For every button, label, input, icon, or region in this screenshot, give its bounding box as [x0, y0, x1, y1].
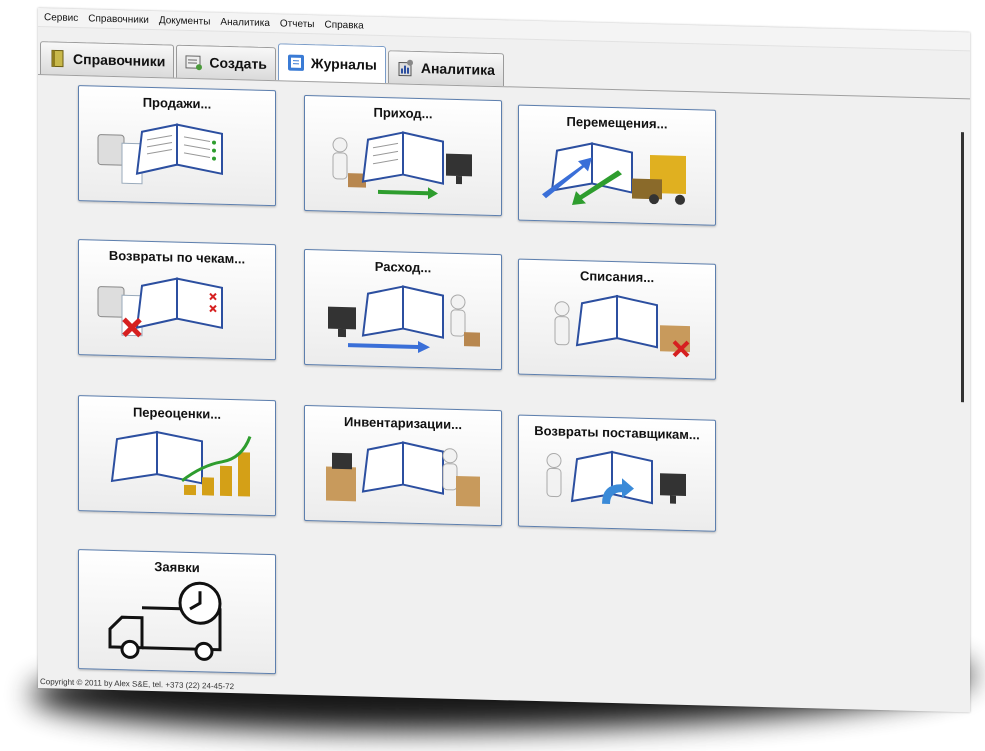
expense-book-icon — [328, 285, 480, 353]
check-return-book-icon — [97, 277, 223, 338]
tab-analytics[interactable]: Аналитика — [387, 50, 504, 87]
journal-card-transfers[interactable]: Перемещения... — [518, 104, 716, 226]
writeoff-book-icon — [554, 294, 690, 358]
book-icon — [49, 48, 67, 68]
journal-card-expense[interactable]: Расход... — [304, 248, 502, 371]
menu-help[interactable]: Справка — [324, 19, 363, 31]
income-book-icon — [332, 131, 472, 200]
tab-create[interactable]: Создать — [176, 44, 276, 81]
card-title: Перемещения... — [566, 113, 668, 132]
card-title: Инвентаризации... — [344, 414, 462, 433]
app-window: Сервис Справочники Документы Аналитика О… — [38, 8, 970, 713]
menu-references[interactable]: Справочники — [88, 13, 149, 26]
card-title: Переоценки... — [132, 404, 222, 422]
delivery-truck-clock-icon — [108, 581, 222, 661]
tab-references[interactable]: Справочники — [40, 41, 175, 78]
journal-card-supplier-returns[interactable]: Возвраты поставщикам... — [518, 414, 716, 532]
journal-card-inventory[interactable]: Инвентаризации... — [304, 404, 502, 527]
card-title: Списания... — [579, 268, 655, 286]
menu-analytics[interactable]: Аналитика — [220, 16, 270, 28]
create-document-icon — [185, 52, 203, 72]
journal-card-requests[interactable]: Заявки — [78, 549, 276, 675]
tab-journals[interactable]: Журналы — [277, 43, 386, 84]
receipt-book-icon — [97, 123, 223, 185]
analytics-icon — [397, 57, 415, 77]
card-title: Приход... — [373, 104, 433, 122]
card-title: Возвраты по чекам... — [108, 247, 246, 267]
card-title: Продажи... — [142, 94, 212, 112]
journal-card-check-returns[interactable]: Возвраты по чекам... — [78, 239, 276, 361]
vertical-scrollbar[interactable] — [961, 132, 964, 403]
card-title: Возвраты поставщикам... — [534, 422, 700, 443]
journal-card-revaluations[interactable]: Переоценки... — [78, 395, 276, 517]
card-title: Расход... — [374, 258, 432, 276]
journal-card-writeoffs[interactable]: Списания... — [518, 258, 716, 380]
tab-strip: Справочники Создать Журналы Аналитика — [40, 34, 506, 87]
revaluation-book-icon — [110, 430, 252, 497]
inventory-book-icon — [326, 441, 480, 507]
card-title: Заявки — [154, 559, 200, 576]
journal-card-sales[interactable]: Продажи... — [78, 85, 276, 207]
journal-card-income[interactable]: Приход... — [304, 94, 502, 217]
supplier-return-book-icon — [546, 450, 686, 505]
menu-documents[interactable]: Документы — [159, 15, 211, 27]
journal-icon — [287, 53, 305, 73]
transfer-book-icon — [542, 142, 686, 205]
menu-service[interactable]: Сервис — [44, 12, 78, 24]
menu-reports[interactable]: Отчеты — [280, 18, 315, 30]
